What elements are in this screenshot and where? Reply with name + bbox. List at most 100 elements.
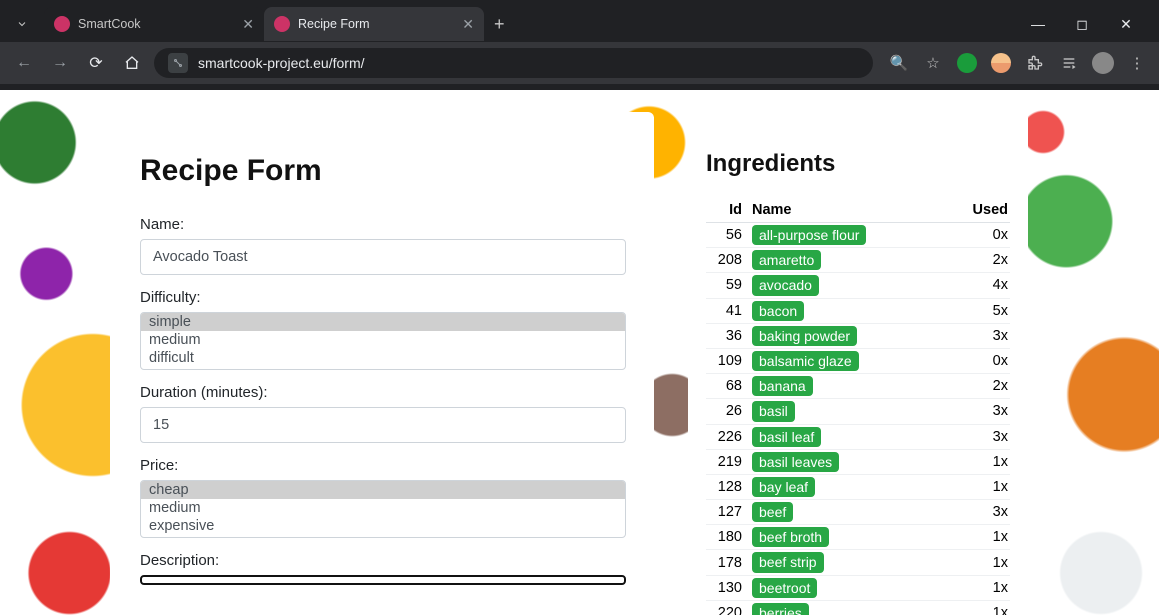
window-controls: ― ◻ ✕ <box>1023 16 1151 33</box>
price-label: Price: <box>140 457 626 474</box>
name-input[interactable] <box>140 239 626 275</box>
cell-used: 1x <box>962 474 1010 499</box>
tab-strip: SmartCook ✕ Recipe Form ✕ + ― ◻ ✕ <box>0 0 1159 42</box>
table-row: 128bay leaf 1x <box>706 474 1010 499</box>
tab-title: Recipe Form <box>298 17 370 31</box>
profile-avatar[interactable] <box>1091 51 1115 75</box>
cell-used: 1x <box>962 525 1010 550</box>
ingredient-badge[interactable]: beef broth <box>752 527 829 547</box>
difficulty-select[interactable]: simplemediumdifficult <box>140 312 626 370</box>
cell-name: basil <box>750 399 962 424</box>
close-icon[interactable]: ✕ <box>242 16 254 33</box>
table-row: 226basil leaf3x <box>706 424 1010 449</box>
cell-name: beef broth <box>750 525 962 550</box>
tab-title: SmartCook <box>78 17 141 31</box>
cell-used: 3x <box>962 323 1010 348</box>
extension-adblock[interactable] <box>955 51 979 75</box>
cell-name: all-purpose flour <box>750 223 962 248</box>
extensions-icon[interactable] <box>1023 51 1047 75</box>
duration-label: Duration (minutes): <box>140 384 626 401</box>
select-option[interactable]: expensive <box>141 517 625 535</box>
tab-search-button[interactable] <box>8 10 36 38</box>
name-label: Name: <box>140 216 626 233</box>
reading-list-icon[interactable] <box>1057 51 1081 75</box>
price-select[interactable]: cheapmediumexpensive <box>140 480 626 538</box>
table-row: 220berries 1x <box>706 600 1010 615</box>
ingredient-badge[interactable]: amaretto <box>752 250 821 270</box>
cell-used: 2x <box>962 248 1010 273</box>
zoom-icon[interactable]: 🔍 <box>887 51 911 75</box>
cell-id: 127 <box>706 500 750 525</box>
select-option[interactable]: cheap <box>141 481 625 499</box>
description-input[interactable] <box>140 575 626 585</box>
cell-used: 3x <box>962 399 1010 424</box>
cell-used: 4x <box>962 273 1010 298</box>
ingredient-badge[interactable]: beetroot <box>752 578 817 598</box>
cell-name: beef strip <box>750 550 962 575</box>
cell-id: 36 <box>706 323 750 348</box>
select-option[interactable]: simple <box>141 313 625 331</box>
ingredient-badge[interactable]: basil leaf <box>752 427 821 447</box>
table-row: 41bacon5x <box>706 298 1010 323</box>
ingredient-badge[interactable]: beef strip <box>752 552 824 572</box>
close-window-button[interactable]: ✕ <box>1111 16 1141 33</box>
select-option[interactable]: medium <box>141 499 625 517</box>
forward-button[interactable]: → <box>46 49 74 77</box>
cell-id: 220 <box>706 600 750 615</box>
select-option[interactable]: medium <box>141 331 625 349</box>
cell-name: amaretto <box>750 248 962 273</box>
cell-name: berries <box>750 600 962 615</box>
cell-id: 226 <box>706 424 750 449</box>
col-id: Id <box>706 198 750 223</box>
ingredient-badge[interactable]: banana <box>752 376 813 396</box>
cell-name: bay leaf <box>750 474 962 499</box>
cell-used: 1x <box>962 449 1010 474</box>
table-row: 56all-purpose flour0x <box>706 223 1010 248</box>
cell-name: banana <box>750 374 962 399</box>
maximize-button[interactable]: ◻ <box>1067 16 1097 33</box>
table-row: 59avocado4x <box>706 273 1010 298</box>
cell-used: 1x <box>962 575 1010 600</box>
ingredient-badge[interactable]: beef <box>752 502 793 522</box>
ingredient-badge[interactable]: avocado <box>752 275 819 295</box>
cell-used: 1x <box>962 600 1010 615</box>
minimize-button[interactable]: ― <box>1023 16 1053 33</box>
cell-used: 3x <box>962 500 1010 525</box>
ingredient-badge[interactable]: basil leaves <box>752 452 839 472</box>
close-icon[interactable]: ✕ <box>462 16 474 33</box>
cell-id: 128 <box>706 474 750 499</box>
page-content: Recipe Form Name: Difficulty: simplemedi… <box>0 90 1159 615</box>
back-button[interactable]: ← <box>10 49 38 77</box>
ingredient-badge[interactable]: bacon <box>752 301 804 321</box>
tab-smartcook[interactable]: SmartCook ✕ <box>44 7 264 41</box>
ingredient-badge[interactable]: berries <box>752 603 809 615</box>
cell-id: 26 <box>706 399 750 424</box>
ingredient-badge[interactable]: balsamic glaze <box>752 351 859 371</box>
cell-name: bacon <box>750 298 962 323</box>
cell-id: 41 <box>706 298 750 323</box>
cell-id: 130 <box>706 575 750 600</box>
cell-used: 0x <box>962 348 1010 373</box>
description-label: Description: <box>140 552 626 569</box>
menu-icon[interactable]: ⋮ <box>1125 51 1149 75</box>
url-text: smartcook-project.eu/form/ <box>198 55 365 71</box>
ingredient-badge[interactable]: baking powder <box>752 326 857 346</box>
ingredient-badge[interactable]: basil <box>752 401 795 421</box>
extension-face[interactable] <box>989 51 1013 75</box>
ingredient-badge[interactable]: bay leaf <box>752 477 815 497</box>
home-button[interactable] <box>118 49 146 77</box>
tab-recipe-form[interactable]: Recipe Form ✕ <box>264 7 484 41</box>
browser-chrome: SmartCook ✕ Recipe Form ✕ + ― ◻ ✕ ← → ⟳ … <box>0 0 1159 90</box>
site-info-icon[interactable] <box>168 53 188 73</box>
table-row: 109balsamic glaze0x <box>706 348 1010 373</box>
new-tab-button[interactable]: + <box>484 14 515 35</box>
ingredients-table: Id Name Used 56all-purpose flour0x208ama… <box>706 198 1010 615</box>
address-bar[interactable]: smartcook-project.eu/form/ <box>154 48 873 78</box>
ingredient-badge[interactable]: all-purpose flour <box>752 225 866 245</box>
select-option[interactable]: difficult <box>141 349 625 367</box>
cell-id: 178 <box>706 550 750 575</box>
bookmark-icon[interactable]: ☆ <box>921 51 945 75</box>
cell-name: beetroot <box>750 575 962 600</box>
duration-input[interactable] <box>140 407 626 443</box>
reload-button[interactable]: ⟳ <box>82 49 110 77</box>
